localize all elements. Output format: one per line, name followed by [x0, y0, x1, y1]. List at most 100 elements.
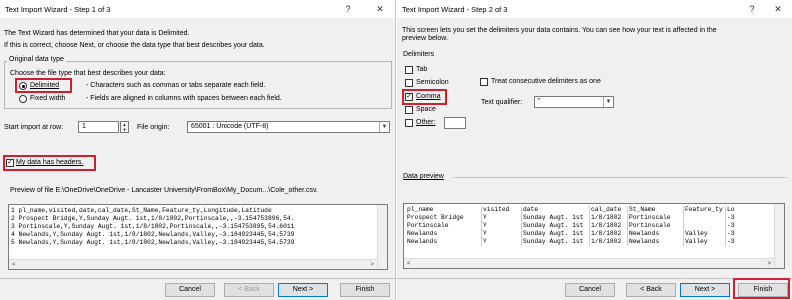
space-label[interactable]: Space	[416, 106, 436, 113]
preview-label: Preview of file E:\OneDrive\OneDrive - L…	[10, 187, 318, 194]
preview-cell: Sunday Augt. 1st	[522, 238, 590, 246]
preview-cell: Portinscale	[628, 214, 684, 222]
other-checkbox[interactable]	[405, 119, 413, 127]
preview-cell: -3	[727, 222, 735, 229]
fixed-width-desc: - Fields are aligned in columns with spa…	[86, 95, 282, 102]
tab-label[interactable]: Tab	[416, 66, 427, 73]
preview-cell: date	[522, 206, 590, 214]
preview-hscroll[interactable]: < >	[9, 259, 377, 269]
scroll-left-icon[interactable]: <	[12, 260, 16, 269]
preview-cell: Newlands	[628, 238, 684, 246]
help-icon[interactable]: ?	[340, 2, 356, 16]
next-button[interactable]: Next >	[278, 283, 328, 297]
qualifier-select[interactable]: " ▼	[534, 96, 614, 108]
step2-dialog: Text Import Wizard - Step 2 of 3 ? ✕ Thi…	[397, 0, 792, 300]
preview-cell: Sunday Augt. 1st	[522, 222, 590, 230]
back-button[interactable]: < Back	[224, 283, 274, 297]
preview-cell: Lo	[727, 206, 735, 213]
other-label[interactable]: Other:	[416, 119, 435, 126]
other-input[interactable]	[444, 117, 466, 129]
preview-row: Newlands Y Sunday Augt. 1st 1/8/1802 Newland…	[406, 230, 740, 238]
data-preview-vscroll[interactable]	[774, 204, 784, 268]
preview-cell: Portinscale	[628, 222, 684, 230]
preview-cell: Newlands	[628, 230, 684, 238]
step1-intro2: If this is correct, choose Next, or choo…	[4, 42, 265, 49]
original-data-type-title: Original data type	[7, 56, 66, 63]
preview-cell: Prospect Bridge	[406, 214, 482, 222]
step2-titlebar: Text Import Wizard - Step 2 of 3 ? ✕	[397, 0, 792, 18]
chevron-down-icon[interactable]: ▼	[379, 122, 389, 132]
preview-vscroll[interactable]	[377, 205, 387, 269]
next-button[interactable]: Next >	[680, 283, 730, 297]
step1-intro1: The Text Wizard has determined that your…	[4, 30, 190, 37]
preview-cell	[684, 214, 726, 222]
step1-title: Text Import Wizard - Step 1 of 3	[5, 5, 111, 14]
delimited-desc: - Characters such as commas or tabs sepa…	[86, 82, 266, 89]
preview-cell: -3	[727, 230, 735, 237]
preview-header-row: pl_name visited date cal_date St_Name Feature…	[406, 206, 740, 214]
preview-row: Prospect Bridge Y Sunday Augt. 1st 1/8/1802…	[406, 214, 740, 222]
scroll-left-icon[interactable]: <	[407, 259, 411, 268]
preview-cell: Y	[482, 238, 522, 246]
close-icon[interactable]: ✕	[770, 2, 786, 16]
preview-cell: St_Name	[628, 206, 684, 214]
preview-cell: Newlands	[406, 238, 482, 246]
consecutive-label[interactable]: Treat consecutive delimiters as one	[491, 78, 601, 85]
scroll-right-icon[interactable]: >	[370, 260, 374, 269]
chevron-down-icon[interactable]: ▼	[603, 97, 613, 107]
preview-cell: cal_date	[590, 206, 628, 214]
preview-cell: Valley	[684, 238, 726, 246]
delimiters-title: Delimiters	[403, 51, 435, 58]
preview-cell: -3	[727, 214, 735, 221]
back-button[interactable]: < Back	[626, 283, 676, 297]
step1-button-separator	[0, 278, 395, 279]
finish-highlight	[733, 278, 790, 299]
preview-row: Newlands Y Sunday Augt. 1st 1/8/1802 Newland…	[406, 238, 740, 246]
preview-cell: visited	[482, 206, 522, 214]
group-prompt: Choose the file type that best describes…	[10, 70, 166, 77]
start-row-input[interactable]: 1	[78, 121, 119, 133]
preview-cell: -3	[727, 238, 735, 245]
cancel-button[interactable]: Cancel	[565, 283, 615, 297]
file-origin-value: 65001 : Unicode (UTF-8)	[191, 123, 269, 130]
preview-cell: Feature_ty	[684, 206, 726, 214]
semicolon-label[interactable]: Semicolon	[416, 79, 449, 86]
preview-cell	[684, 222, 726, 230]
help-icon[interactable]: ?	[744, 2, 760, 16]
preview-cell: 1/8/1802	[590, 214, 628, 222]
preview-cell: 1/8/1802	[590, 230, 628, 238]
fixed-width-label[interactable]: Fixed width	[30, 95, 65, 102]
data-preview-label: Data preview	[403, 173, 444, 180]
file-origin-select[interactable]: 65001 : Unicode (UTF-8) ▼	[187, 121, 390, 133]
start-row-spinner[interactable]: ▲ ▼	[120, 121, 129, 133]
preview-row: Portinscale Y Sunday Augt. 1st 1/8/1802 Port…	[406, 222, 740, 230]
close-icon[interactable]: ✕	[372, 2, 388, 16]
preview-cell: 1/8/1802	[590, 238, 628, 246]
step2-intro-2: preview below.	[402, 35, 448, 42]
data-preview-rule	[453, 177, 787, 178]
file-preview[interactable]: 1 pl_name,visited,date,cal_date,St_Name,…	[8, 204, 388, 270]
data-preview-hscroll[interactable]: < >	[404, 258, 774, 268]
preview-line: 1 pl_name,visited,date,cal_date,St_Name,…	[11, 207, 272, 214]
step2-title: Text Import Wizard - Step 2 of 3	[402, 5, 508, 14]
preview-cell: pl_name	[406, 206, 482, 214]
cancel-button[interactable]: Cancel	[165, 283, 215, 297]
data-preview-grid[interactable]: pl_name visited date cal_date St_Name Feature…	[403, 203, 785, 269]
preview-cell: Sunday Augt. 1st	[522, 214, 590, 222]
scroll-right-icon[interactable]: >	[767, 259, 771, 268]
file-origin-label: File origin:	[137, 124, 170, 131]
consecutive-checkbox[interactable]	[480, 78, 488, 86]
fixed-width-radio[interactable]	[19, 95, 27, 103]
tab-checkbox[interactable]	[405, 66, 413, 74]
finish-button[interactable]: Finish	[340, 283, 390, 297]
semicolon-checkbox[interactable]	[405, 79, 413, 87]
space-checkbox[interactable]	[405, 106, 413, 114]
step2-intro: This screen lets you set the delimiters …	[402, 27, 717, 34]
preview-cell: Valley	[684, 230, 726, 238]
preview-line: 4 Newlands,Y,Sunday Augt. 1st,1/8/1802,N…	[11, 231, 295, 238]
qualifier-value: "	[538, 98, 541, 105]
preview-cell: Sunday Augt. 1st	[522, 230, 590, 238]
step1-titlebar: Text Import Wizard - Step 1 of 3 ? ✕	[0, 0, 395, 18]
start-row-label: Start import at row:	[4, 124, 64, 131]
delimited-highlight	[15, 78, 72, 93]
